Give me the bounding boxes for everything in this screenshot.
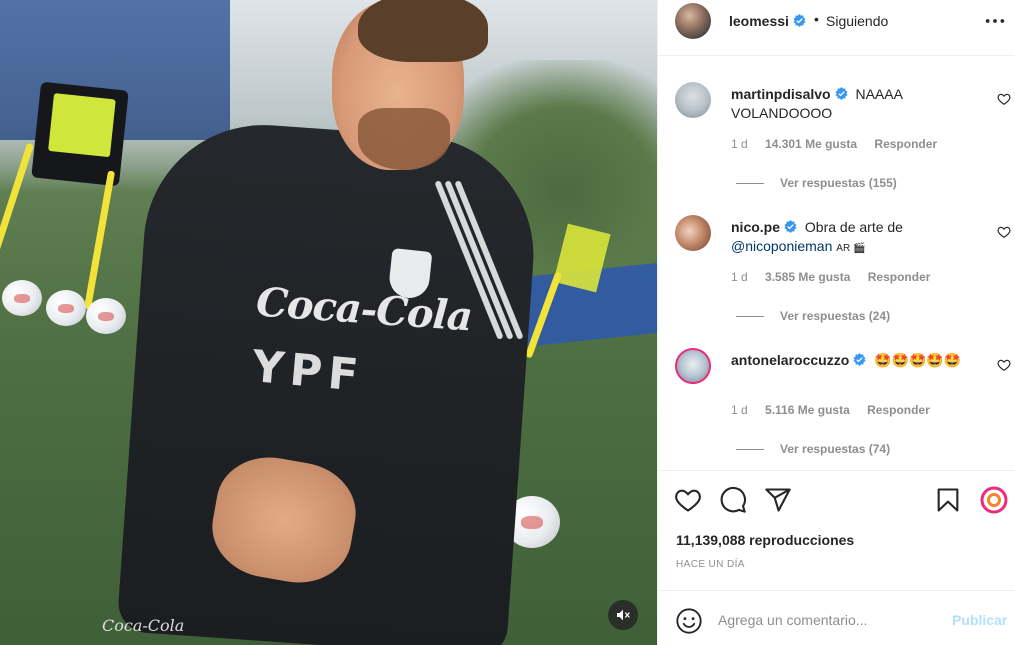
comment-input[interactable] [718, 605, 938, 635]
verified-badge-icon [835, 87, 848, 100]
player-figure: Coca-Cola YPF Coca-Cola [96, 0, 542, 645]
commenter-avatar[interactable] [675, 348, 711, 384]
player-beard [358, 108, 450, 170]
player-hair [358, 0, 488, 62]
verified-badge-icon [793, 14, 806, 27]
comment-suffix: AR 🎬 [836, 243, 866, 254]
comment-text: Obra de arte de [804, 219, 903, 235]
comment-meta: 1 d 14.301 Me gusta Responder [731, 137, 951, 151]
more-horizontal-icon[interactable] [984, 12, 1006, 30]
heart-icon[interactable] [674, 486, 702, 514]
author-avatar[interactable] [675, 3, 711, 39]
view-replies-button[interactable]: Ver respuestas (74) [736, 442, 890, 456]
post-side-panel: leomessi • Siguiendo martinpdisalvo NAAA… [657, 0, 1015, 645]
view-replies-button[interactable]: Ver respuestas (155) [736, 176, 897, 190]
soccer-ball [46, 290, 86, 326]
reply-button[interactable]: Responder [874, 137, 937, 151]
following-button[interactable]: Siguiendo [826, 13, 888, 29]
reply-button[interactable]: Responder [867, 403, 930, 417]
comment-meta: 1 d 5.116 Me gusta Responder [731, 403, 944, 417]
commenter-avatar[interactable] [675, 82, 711, 118]
speaker-muted-icon [617, 609, 630, 621]
commenter-avatar[interactable] [675, 215, 711, 251]
post-timestamp: HACE UN DÍA [676, 559, 745, 570]
publish-button[interactable]: Publicar [952, 612, 1007, 628]
post-header: leomessi • Siguiendo [658, 0, 1015, 56]
comment-text-block: martinpdisalvo NAAAA VOLANDOOOO [731, 85, 971, 123]
commenter-username[interactable]: martinpdisalvo [731, 86, 831, 102]
commenter-username[interactable]: antonelaroccuzzo [731, 352, 849, 368]
comment-text-block: antonelaroccuzzo 🤩🤩🤩🤩🤩 [731, 351, 971, 370]
comment-likes[interactable]: 5.116 Me gusta [765, 403, 850, 417]
view-replies-button[interactable]: Ver respuestas (24) [736, 309, 890, 323]
heart-icon[interactable] [997, 225, 1011, 239]
mute-button[interactable] [608, 600, 638, 630]
comment-composer: Publicar [658, 590, 1015, 645]
paper-plane-icon[interactable] [764, 486, 792, 514]
heart-icon[interactable] [997, 358, 1011, 372]
post-action-bar [658, 470, 1015, 530]
smiley-icon[interactable] [675, 607, 703, 635]
author-username[interactable]: leomessi [729, 13, 789, 29]
comment-age: 1 d [731, 270, 748, 284]
jersey-sponsor-2: YPF [249, 341, 367, 402]
comment-likes[interactable]: 3.585 Me gusta [765, 270, 850, 284]
comment-age: 1 d [731, 137, 748, 151]
comment-likes[interactable]: 14.301 Me gusta [765, 137, 857, 151]
comment-text: 🤩🤩🤩🤩🤩 [874, 352, 962, 368]
comment-text-block: nico.pe Obra de arte de @nicoponieman AR… [731, 218, 971, 258]
soccer-ball [2, 280, 42, 316]
verified-badge-icon [853, 353, 866, 366]
comment-age: 1 d [731, 403, 748, 417]
mention-link[interactable]: @nicoponieman [731, 238, 832, 254]
header-separator: • [814, 11, 819, 27]
reply-button[interactable]: Responder [868, 270, 931, 284]
post-video[interactable]: Coca-Cola YPF Coca-Cola [0, 0, 657, 645]
story-ring-icon[interactable] [980, 486, 1008, 514]
commenter-username[interactable]: nico.pe [731, 219, 780, 235]
shorts-sponsor: Coca-Cola [102, 616, 185, 635]
comment-icon[interactable] [719, 486, 747, 514]
view-count[interactable]: 11,139,088 reproducciones [676, 532, 854, 548]
bookmark-icon[interactable] [934, 486, 962, 514]
verified-badge-icon [784, 220, 797, 233]
comment-meta: 1 d 3.585 Me gusta Responder [731, 270, 944, 284]
heart-icon[interactable] [997, 92, 1011, 106]
